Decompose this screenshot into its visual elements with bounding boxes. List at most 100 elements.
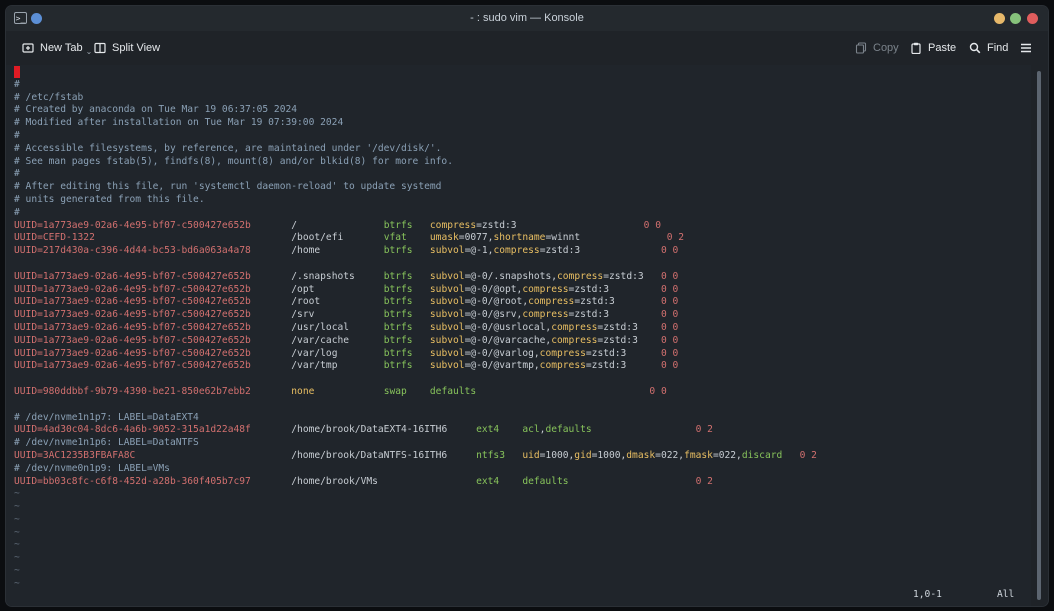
- buffer-token: /var/log: [291, 347, 338, 359]
- buffer-line: # /dev/nvme1n1p6: LABEL=DataNTFS: [14, 437, 817, 450]
- buffer-token: UUID=980ddbbf-9b79-4390-be21-850e62b7ebb…: [14, 385, 251, 397]
- vim-buffer[interactable]: # # /etc/fstab # Created by anaconda on Tu…: [14, 66, 817, 591]
- buffer-token: [609, 284, 661, 295]
- buffer-token: subvol: [429, 347, 465, 359]
- buffer-token: UUID=1a773ae9-02a6-4e95-bf07-c500427e652…: [14, 270, 251, 282]
- buffer-line: UUID=4ad30c04-8dc6-4a6b-9052-315a1d22a48…: [14, 424, 817, 437]
- buffer-token: # /dev/nvme1n1p7: LABEL=DataEXT4: [14, 411, 199, 423]
- split-view-icon: [94, 42, 106, 54]
- buffer-line: ~: [14, 488, 817, 501]
- buffer-token: /boot/efi: [291, 232, 344, 244]
- buffer-token: none: [291, 385, 315, 397]
- buffer-token: uid: [522, 449, 540, 461]
- buffer-line: UUID=CEFD-1322 /boot/efi vfat umask=0077…: [14, 232, 817, 245]
- buffer-token: /.snapshots: [291, 270, 355, 282]
- buffer-token: # /dev/nvme0n1p9: LABEL=VMs: [14, 462, 170, 474]
- buffer-token: swap: [383, 385, 407, 397]
- chevron-down-icon[interactable]: ⌄: [86, 35, 93, 69]
- buffer-token: ntfs3: [476, 449, 505, 461]
- buffer-token: # Modified after installation on Tue Mar…: [14, 117, 344, 129]
- buffer-token: ~: [14, 552, 20, 564]
- copy-button[interactable]: Copy: [855, 31, 899, 65]
- buffer-token: =winnt: [545, 232, 581, 244]
- new-tab-icon: [22, 43, 34, 53]
- buffer-token: [251, 424, 291, 435]
- buffer-token: [413, 335, 430, 346]
- buffer-token: defaults: [545, 424, 592, 436]
- buffer-token: /var/cache: [291, 334, 350, 346]
- buffer-line: UUID=1a773ae9-02a6-4e95-bf07-c500427e652…: [14, 296, 817, 309]
- buffer-token: ~: [14, 513, 20, 525]
- buffer-token: #: [14, 129, 20, 141]
- buffer-token: defaults: [522, 475, 569, 487]
- buffer-token: UUID=1a773ae9-02a6-4e95-bf07-c500427e652…: [14, 360, 251, 372]
- close-button[interactable]: [1027, 13, 1038, 24]
- buffer-token: compress: [539, 360, 586, 372]
- scrollbar-thumb[interactable]: [1037, 71, 1041, 600]
- buffer-line: UUID=1a773ae9-02a6-4e95-bf07-c500427e652…: [14, 220, 817, 233]
- buffer-token: [580, 232, 667, 243]
- split-view-button[interactable]: Split View: [94, 31, 160, 65]
- buffer-token: [320, 245, 384, 256]
- buffer-token: /home/brook/VMs: [291, 475, 378, 487]
- buffer-token: subvol: [429, 270, 465, 282]
- buffer-token: 0 0: [661, 245, 679, 257]
- buffer-token: [413, 348, 430, 359]
- buffer-line: # Accessible filesystems, by reference, …: [14, 143, 817, 156]
- buffer-token: [413, 220, 430, 231]
- title-bar[interactable]: >_ - : sudo vim — Konsole: [6, 6, 1048, 31]
- buffer-token: [476, 386, 649, 397]
- buffer-token: shortname: [493, 232, 546, 244]
- toolbar: New Tab ⌄ Split View Copy Paste Find: [6, 31, 1048, 65]
- buffer-token: #: [14, 206, 20, 218]
- buffer-token: [251, 360, 291, 371]
- buffer-token: ~: [14, 526, 20, 538]
- buffer-token: compress: [539, 347, 586, 359]
- buffer-token: =zstd:3: [585, 347, 627, 359]
- buffer-line: UUID=1a773ae9-02a6-4e95-bf07-c500427e652…: [14, 284, 817, 297]
- buffer-token: # Accessible filesystems, by reference, …: [14, 142, 442, 154]
- hamburger-menu-button[interactable]: [1020, 31, 1032, 65]
- buffer-token: [95, 232, 291, 243]
- buffer-token: =022,: [712, 449, 742, 461]
- buffer-token: UUID=1a773ae9-02a6-4e95-bf07-c500427e652…: [14, 296, 251, 308]
- buffer-token: UUID=1a773ae9-02a6-4e95-bf07-c500427e652…: [14, 321, 251, 333]
- buffer-token: compress: [522, 309, 569, 321]
- buffer-token: ext4: [476, 424, 500, 436]
- buffer-line: ~: [14, 527, 817, 540]
- buffer-token: =zstd:3: [597, 334, 638, 346]
- buffer-line: [14, 66, 817, 79]
- buffer-token: ext4: [476, 475, 500, 487]
- buffer-token: =zstd:3: [603, 270, 644, 282]
- buffer-token: [251, 220, 291, 231]
- buffer-token: 0 0: [660, 347, 679, 359]
- buffer-line: ~: [14, 565, 817, 578]
- buffer-token: subvol: [429, 309, 465, 321]
- buffer-line: UUID=1a773ae9-02a6-4e95-bf07-c500427e652…: [14, 309, 817, 322]
- minimize-button[interactable]: [994, 13, 1005, 24]
- new-tab-button[interactable]: New Tab ⌄: [22, 31, 92, 65]
- konsole-window: >_ - : sudo vim — Konsole New Tab ⌄ Spli…: [6, 6, 1048, 606]
- scrollbar[interactable]: [1031, 65, 1048, 606]
- buffer-token: compress: [551, 334, 598, 346]
- terminal-view[interactable]: # # /etc/fstab # Created by anaconda on Tu…: [6, 65, 1031, 606]
- buffer-token: [251, 322, 291, 333]
- buffer-token: [413, 296, 430, 307]
- buffer-token: UUID=1a773ae9-02a6-4e95-bf07-c500427e652…: [14, 219, 251, 231]
- buffer-token: ~: [14, 501, 20, 513]
- paste-button[interactable]: Paste: [910, 31, 956, 65]
- maximize-button[interactable]: [1010, 13, 1021, 24]
- buffer-token: [413, 360, 430, 371]
- buffer-token: [314, 309, 383, 320]
- buffer-token: /usr/local: [291, 321, 350, 333]
- buffer-line: # Created by anaconda on Tue Mar 19 06:3…: [14, 104, 817, 117]
- buffer-token: [626, 360, 661, 371]
- buffer-token: /root: [291, 296, 321, 308]
- buffer-token: dmask: [626, 449, 656, 461]
- buffer-token: UUID=1a773ae9-02a6-4e95-bf07-c500427e652…: [14, 283, 251, 295]
- buffer-token: [349, 335, 384, 346]
- buffer-token: =zstd:3: [597, 321, 638, 333]
- find-button[interactable]: Find: [969, 31, 1008, 65]
- buffer-line: [14, 258, 817, 271]
- buffer-token: # /etc/fstab: [14, 91, 84, 103]
